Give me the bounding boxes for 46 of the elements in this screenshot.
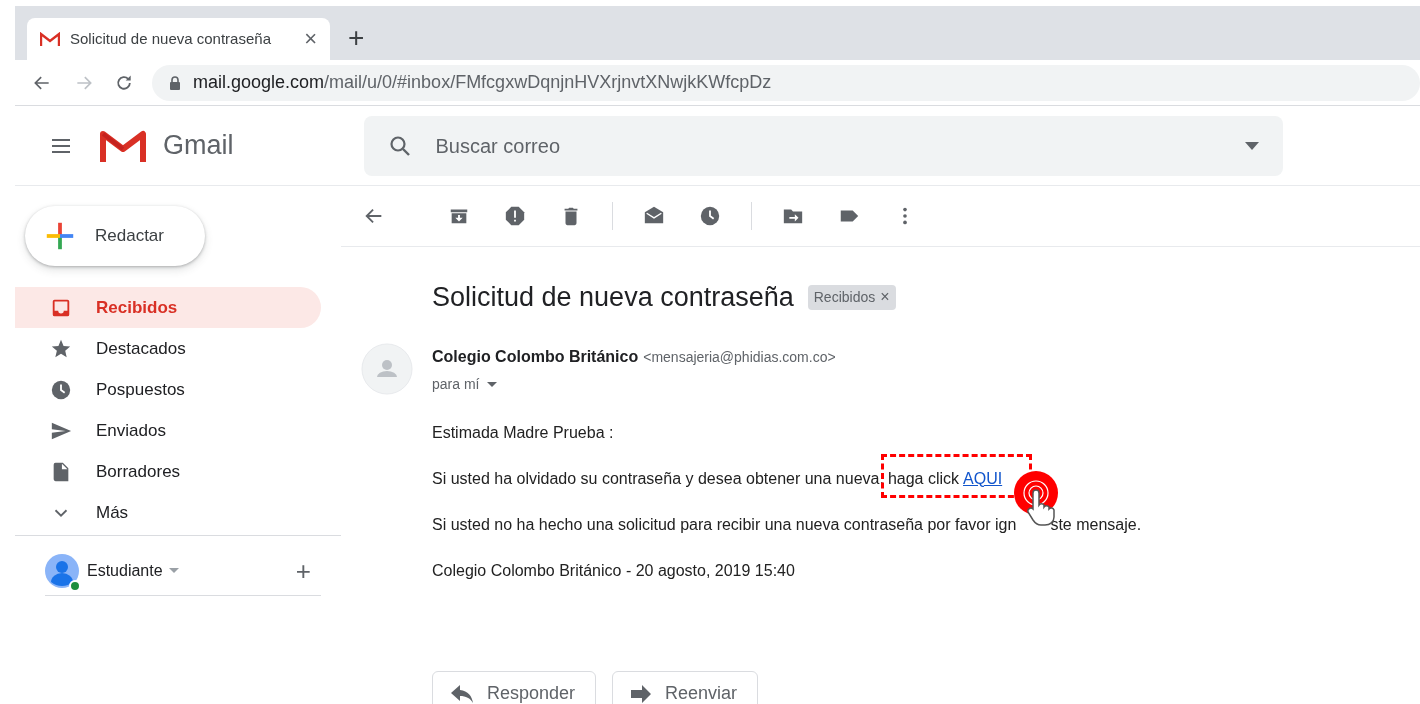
reply-arrow-icon: [451, 684, 473, 703]
body-text: Colegio Colombo Británico - 20 agosto, 2019 15:40: [432, 560, 796, 581]
sender-name: Colegio Colombo Británico: [432, 346, 639, 367]
tab-title: Solicitud de nueva contraseña: [70, 28, 272, 49]
gmail-wordmark: Gmail: [163, 129, 234, 163]
avatar-icon: [361, 342, 413, 395]
sidebar-item[interactable]: Borradores: [15, 451, 321, 492]
body-text: Si usted ha olvidado su contraseña y desea obtener una nueva,: [432, 468, 884, 489]
sidebar-item[interactable]: Enviados: [15, 410, 321, 451]
clock-icon: [50, 378, 72, 401]
search-icon[interactable]: [387, 133, 412, 158]
url-text: mail.google.com/mail/u/0/#inbox/FMfcgxwDqnjnHVXrjnvtXNwjkKWfcpDz: [193, 71, 772, 94]
add-account-button[interactable]: +: [295, 557, 311, 584]
avatar-icon[interactable]: [45, 553, 79, 588]
browser-tab[interactable]: Solicitud de nueva contraseña ×: [27, 18, 330, 60]
dropdown-caret-icon[interactable]: [487, 381, 498, 387]
email-subject: Solicitud de nueva contraseña: [432, 281, 794, 314]
dropdown-caret-icon[interactable]: [1244, 141, 1259, 150]
sidebar-item[interactable]: Más: [15, 492, 321, 533]
sidebar-item[interactable]: Recibidos: [15, 287, 321, 328]
body-text: Estimada Madre Prueba :: [432, 422, 615, 443]
account-name[interactable]: Estudiante: [87, 558, 163, 583]
search-field[interactable]: Buscar correo: [363, 115, 1283, 176]
forward-arrow-icon: [631, 684, 651, 703]
aqui-link[interactable]: AQUI: [963, 466, 1003, 491]
search-input[interactable]: Buscar correo: [435, 130, 1245, 161]
report-icon[interactable]: [504, 205, 526, 227]
address-bar[interactable]: mail.google.com/mail/u/0/#inbox/FMfcgxwDqnjnHVXrjnvtXNwjkKWfcpDz: [152, 64, 1420, 101]
close-tab-button[interactable]: ×: [304, 28, 317, 50]
body-text: haga click: [887, 468, 960, 489]
gmail-logo-icon: [40, 31, 60, 47]
remove-label-button[interactable]: ×: [880, 289, 890, 306]
forward-button[interactable]: Reenviar: [612, 670, 758, 704]
sidebar-item[interactable]: Destacados: [15, 328, 321, 369]
dropdown-caret-icon[interactable]: [168, 568, 179, 573]
clock-icon[interactable]: [699, 205, 721, 227]
lock-icon: [169, 75, 181, 90]
body-text: Si usted no ha hecho una solicitud para recibir una nueva contraseña por favor ign: [432, 514, 1017, 535]
label-text: Recibidos: [813, 287, 876, 307]
sender-email: <mensajeria@phidias.com.co>: [643, 347, 836, 367]
recipient-text: para mí: [432, 374, 480, 394]
reply-button[interactable]: Responder: [432, 670, 596, 704]
sidebar-item[interactable]: Pospuestos: [15, 369, 321, 410]
body-text: ste mensaje.: [1050, 514, 1142, 535]
compose-button[interactable]: Redactar: [25, 206, 205, 266]
new-tab-button[interactable]: +: [348, 24, 365, 52]
